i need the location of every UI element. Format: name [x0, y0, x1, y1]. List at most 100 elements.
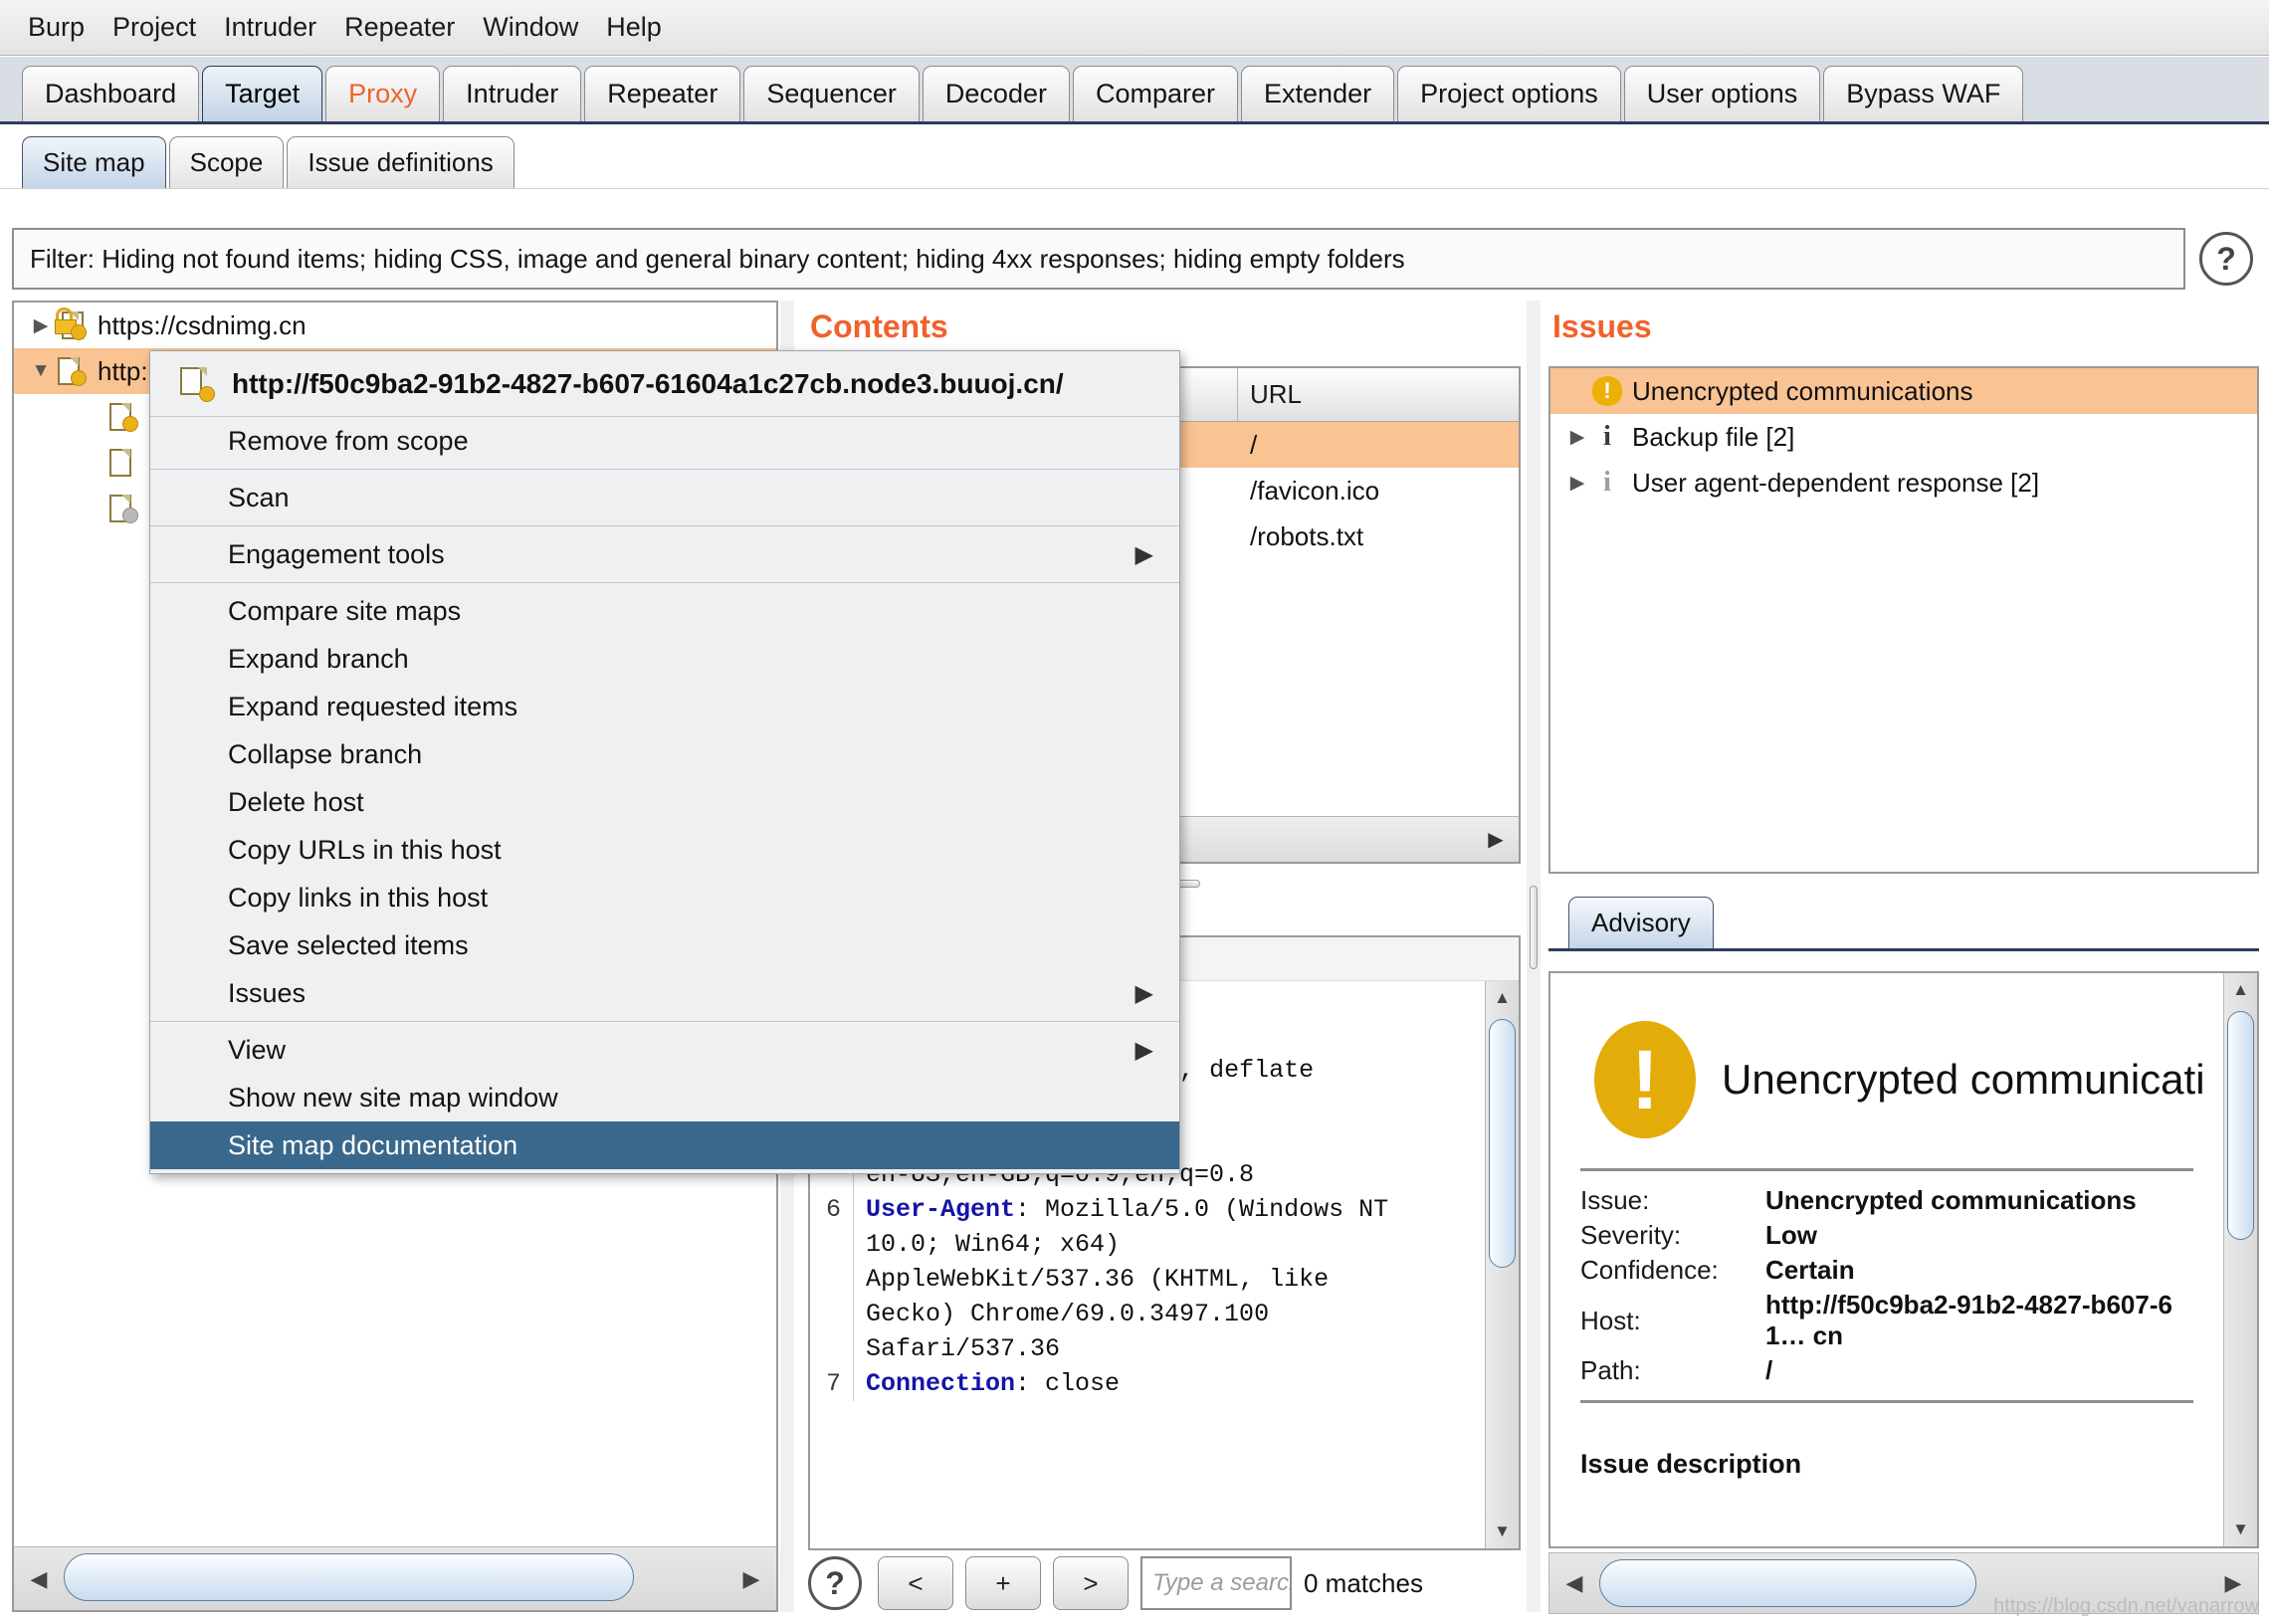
- tab-proxy[interactable]: Proxy: [325, 66, 441, 121]
- chevron-right-icon[interactable]: ▶: [80, 452, 105, 475]
- divider-grip[interactable]: [1530, 886, 1538, 969]
- scroll-left-icon[interactable]: ◀: [1549, 1553, 1599, 1613]
- context-menu-item[interactable]: Copy URLs in this host: [150, 826, 1179, 874]
- context-menu-item[interactable]: Engagement tools ▶: [150, 530, 1179, 578]
- host-icon: [54, 354, 88, 388]
- context-menu-item[interactable]: Save selected items: [150, 921, 1179, 969]
- subtab-site-map[interactable]: Site map: [22, 136, 166, 188]
- tab-user-options[interactable]: User options: [1623, 66, 1821, 121]
- scroll-up-icon[interactable]: ▲: [2224, 973, 2257, 1007]
- chevron-right-icon[interactable]: ▶: [80, 498, 105, 520]
- request-vscrollbar[interactable]: ▲ ▼: [1485, 981, 1519, 1548]
- tab-comparer[interactable]: Comparer: [1072, 66, 1239, 121]
- contents-title: Contents: [810, 308, 948, 344]
- issue-row[interactable]: ▶ i User agent-dependent response [2]: [1550, 460, 2257, 506]
- chevron-right-icon[interactable]: ▶: [1562, 426, 1592, 449]
- cell-url: /favicon.ico: [1250, 475, 1380, 506]
- chevron-down-icon[interactable]: ▼: [28, 360, 54, 382]
- file-icon: [105, 400, 139, 434]
- tab-extender[interactable]: Extender: [1241, 66, 1395, 121]
- advisory-field-label: Severity:: [1580, 1220, 1682, 1250]
- column-header-url[interactable]: URL: [1238, 368, 1519, 421]
- tab-bypass-waf[interactable]: Bypass WAF: [1823, 66, 2024, 121]
- context-menu-item[interactable]: Remove from scope: [150, 417, 1179, 465]
- advisory-field-label: Path:: [1580, 1355, 1641, 1385]
- context-menu-item[interactable]: Collapse branch: [150, 730, 1179, 778]
- tab-intruder[interactable]: Intruder: [443, 66, 582, 121]
- advisory-field-value: Unencrypted communications: [1765, 1185, 2137, 1215]
- help-icon[interactable]: ?: [2199, 232, 2253, 286]
- context-menu-item[interactable]: Expand requested items: [150, 683, 1179, 730]
- menu-item-help[interactable]: Help: [592, 8, 676, 47]
- scroll-up-icon[interactable]: ▲: [1486, 981, 1519, 1015]
- context-menu-item[interactable]: Delete host: [150, 778, 1179, 826]
- issue-label: User agent-dependent response [2]: [1632, 467, 2040, 498]
- menu-item-burp[interactable]: Burp: [14, 8, 99, 47]
- chevron-right-icon[interactable]: ▶: [80, 406, 105, 429]
- chevron-right-icon[interactable]: ▶: [1562, 472, 1592, 495]
- line-number: 7: [810, 1366, 854, 1401]
- context-menu-item[interactable]: Show new site map window: [150, 1074, 1179, 1121]
- advisory-vscrollbar[interactable]: ▲ ▼: [2223, 973, 2257, 1546]
- tab-decoder[interactable]: Decoder: [922, 66, 1070, 121]
- menu-item-intruder[interactable]: Intruder: [210, 8, 330, 47]
- context-menu-item[interactable]: Expand branch: [150, 635, 1179, 683]
- context-menu-item[interactable]: Compare site maps: [150, 587, 1179, 635]
- subtab-issue-definitions[interactable]: Issue definitions: [287, 136, 515, 188]
- context-menu-item[interactable]: Site map documentation: [150, 1121, 1179, 1169]
- search-next-button[interactable]: >: [1053, 1556, 1129, 1610]
- tab-target[interactable]: Target: [202, 66, 323, 121]
- context-menu-item[interactable]: Issues ▶: [150, 969, 1179, 1017]
- context-menu-item-label: Expand branch: [228, 643, 409, 674]
- context-menu-item-label: Engagement tools: [228, 538, 445, 569]
- scroll-track[interactable]: [64, 1547, 726, 1610]
- scroll-thumb[interactable]: [1599, 1559, 1977, 1607]
- chevron-right-icon[interactable]: ▶: [1562, 380, 1592, 403]
- search-input[interactable]: Type a search term: [1140, 1556, 1292, 1610]
- filter-bar[interactable]: Filter: Hiding not found items; hiding C…: [12, 228, 2185, 290]
- issue-row[interactable]: ▶! Unencrypted communications: [1550, 368, 2257, 414]
- menu-item-repeater[interactable]: Repeater: [330, 8, 469, 47]
- header-value: AppleWebKit/537.36 (KHTML, like: [866, 1265, 1330, 1294]
- context-menu-item[interactable]: Copy links in this host: [150, 874, 1179, 921]
- scroll-track[interactable]: [1599, 1553, 2208, 1613]
- subtab-scope[interactable]: Scope: [168, 136, 285, 188]
- menu-item-window[interactable]: Window: [469, 8, 592, 47]
- issue-row[interactable]: ▶ i Backup file [2]: [1550, 414, 2257, 460]
- context-menu-item-label: Issues: [228, 977, 307, 1008]
- context-menu-item[interactable]: Scan: [150, 474, 1179, 521]
- scroll-right-icon[interactable]: ▶: [2208, 1553, 2258, 1613]
- menu-item-project[interactable]: Project: [99, 8, 210, 47]
- advisory-hscrollbar[interactable]: ◀ ▶: [1548, 1552, 2259, 1614]
- scroll-thumb[interactable]: [64, 1553, 634, 1601]
- advisory-field-label: Issue:: [1580, 1185, 1650, 1215]
- site-map-node[interactable]: ▶ https://csdnimg.cn: [14, 303, 776, 348]
- tab-project-options[interactable]: Project options: [1397, 66, 1621, 121]
- main-tab-bar: Dashboard Target Proxy Intruder Repeater Sequ…: [0, 57, 2269, 124]
- site-map-hscrollbar[interactable]: ◀ ▶: [14, 1546, 776, 1610]
- scroll-left-icon[interactable]: ◀: [14, 1547, 64, 1610]
- search-prev-button[interactable]: <: [878, 1556, 953, 1610]
- search-help-icon[interactable]: ?: [808, 1556, 862, 1610]
- issue-label: Unencrypted communications: [1632, 375, 1973, 406]
- tab-sequencer[interactable]: Sequencer: [743, 66, 920, 121]
- scroll-down-icon[interactable]: ▼: [1486, 1515, 1519, 1548]
- scroll-right-icon[interactable]: ▶: [726, 1547, 776, 1610]
- scroll-down-icon[interactable]: ▼: [2224, 1513, 2257, 1546]
- search-add-button[interactable]: +: [965, 1556, 1041, 1610]
- locked-host-icon: [54, 307, 88, 342]
- chevron-right-icon[interactable]: ▶: [28, 314, 54, 337]
- advisory-panel: ! Unencrypted communicati Issue: Unencryp…: [1548, 971, 2259, 1548]
- context-menu-item[interactable]: View ▶: [150, 1026, 1179, 1074]
- advisory-field-value: /: [1765, 1355, 1773, 1385]
- menu-separator: [150, 582, 1179, 583]
- tab-dashboard[interactable]: Dashboard: [22, 66, 200, 121]
- request-line: 0 Safari/537.36: [810, 1331, 1485, 1366]
- tab-advisory[interactable]: Advisory: [1568, 897, 1714, 948]
- scroll-thumb[interactable]: [2227, 1011, 2254, 1240]
- tab-repeater[interactable]: Repeater: [584, 66, 741, 121]
- scroll-right-icon[interactable]: ▶: [1473, 817, 1519, 862]
- context-menu-item-label: Expand requested items: [228, 691, 518, 721]
- divider-contents-issues[interactable]: [1527, 301, 1541, 1612]
- scroll-thumb[interactable]: [1489, 1019, 1516, 1268]
